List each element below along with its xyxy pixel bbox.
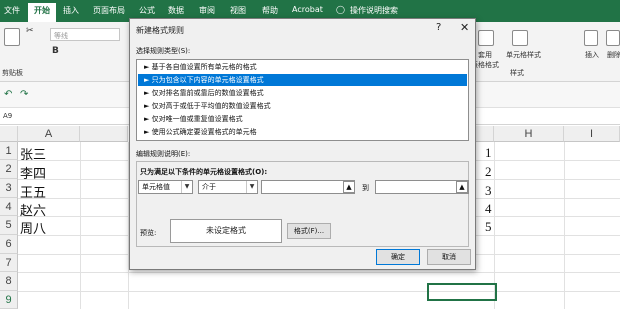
tab-home[interactable]: 开始: [28, 3, 56, 22]
edit-rule-label: 编辑规则说明(E):: [136, 150, 191, 158]
tab-review[interactable]: 审阅: [199, 5, 215, 16]
chevron-down-icon: ▼: [181, 181, 192, 193]
tab-page-layout[interactable]: 页面布局: [93, 5, 125, 16]
cell-styles-button[interactable]: 单元格样式: [506, 50, 541, 60]
insert-cells-icon[interactable]: [584, 30, 598, 46]
select-all-corner[interactable]: [0, 126, 18, 142]
tell-me-search[interactable]: 操作说明搜索: [350, 5, 398, 16]
cell-a1[interactable]: 张三: [20, 144, 46, 163]
grid-line: [18, 272, 620, 273]
delete-cells-icon[interactable]: [606, 30, 620, 46]
close-icon[interactable]: ✕: [460, 21, 469, 34]
cell-a3[interactable]: 王五: [20, 182, 46, 201]
cell-a4[interactable]: 赵六: [20, 200, 46, 219]
rule-type-item[interactable]: ► 仅对唯一值或重复值设置格式: [138, 113, 467, 125]
column-header[interactable]: [80, 126, 128, 142]
rule-type-item[interactable]: ► 基于各自值设置所有单元格的格式: [138, 61, 467, 73]
operator-select[interactable]: 介于 ▼: [198, 180, 258, 194]
format-button[interactable]: 格式(F)...: [287, 223, 331, 239]
help-button[interactable]: ?: [436, 22, 441, 33]
format-only-label: 只为满足以下条件的单元格设置格式(O):: [140, 168, 268, 176]
tab-data[interactable]: 数据: [168, 5, 184, 16]
excel-window: 文件 开始 插入 页面布局 公式 数据 审阅 视图 帮助 Acrobat ◯ 操…: [0, 0, 620, 309]
row-header-6[interactable]: 6: [0, 235, 18, 254]
row-header-4[interactable]: 4: [0, 198, 18, 216]
tab-acrobat[interactable]: Acrobat: [292, 5, 323, 14]
undo-icon[interactable]: ↶: [4, 89, 12, 100]
redo-icon[interactable]: ↷: [20, 89, 28, 100]
row-header-1[interactable]: 1: [0, 142, 18, 160]
cell-g2[interactable]: 2: [485, 164, 492, 180]
row-header-9[interactable]: 9: [0, 291, 18, 309]
row-header-7[interactable]: 7: [0, 254, 18, 272]
cell-g5[interactable]: 5: [485, 219, 492, 235]
bold-icon[interactable]: B: [52, 46, 59, 56]
row-header-8[interactable]: 8: [0, 272, 18, 291]
value-input-2[interactable]: [375, 180, 469, 194]
tab-file[interactable]: 文件: [4, 5, 20, 16]
range-select-icon[interactable]: ▲: [456, 181, 468, 193]
value-input-1[interactable]: [261, 180, 355, 194]
name-box[interactable]: A9: [3, 112, 12, 120]
paste-icon[interactable]: [4, 28, 20, 46]
dialog-title: 新建格式规则: [136, 26, 184, 35]
row-header-5[interactable]: 5: [0, 216, 18, 235]
operator-value: 介于: [202, 183, 216, 191]
column-header[interactable]: [476, 126, 494, 142]
grid-line: [80, 142, 81, 309]
tab-help[interactable]: 帮助: [262, 5, 278, 16]
tab-insert[interactable]: 插入: [63, 5, 79, 16]
ok-button[interactable]: 确定: [376, 249, 420, 265]
condition-type-value: 单元格值: [142, 183, 170, 191]
rule-type-item-selected[interactable]: ► 只为包含以下内容的单元格设置格式: [138, 74, 467, 86]
cell-g4[interactable]: 4: [485, 201, 492, 217]
font-name-combo[interactable]: 等线: [50, 28, 120, 41]
rule-type-item[interactable]: ► 仅对高于或低于平均值的数值设置格式: [138, 100, 467, 112]
rule-type-list[interactable]: ► 基于各自值设置所有单元格的格式 ► 只为包含以下内容的单元格设置格式 ► 仅…: [136, 59, 469, 141]
condition-type-select[interactable]: 单元格值 ▼: [138, 180, 193, 194]
rule-type-item[interactable]: ► 使用公式确定要设置格式的单元格: [138, 126, 467, 138]
format-as-table-icon[interactable]: [478, 30, 494, 46]
font-name-value: 等线: [54, 32, 68, 40]
insert-cells-button[interactable]: 插入: [585, 50, 599, 60]
tab-formulas[interactable]: 公式: [139, 5, 155, 16]
delete-cells-button[interactable]: 删除: [607, 50, 620, 60]
styles-group-label: 样式: [510, 69, 524, 77]
grid-line: [564, 142, 565, 309]
new-formatting-rule-dialog: 新建格式规则 ? ✕ 选择规则类型(S): ► 基于各自值设置所有单元格的格式 …: [129, 18, 476, 270]
format-preview: 未设定格式: [170, 219, 282, 243]
to-label: 到: [362, 184, 369, 192]
column-header-a[interactable]: A: [18, 126, 80, 142]
row-header-3[interactable]: 3: [0, 179, 18, 198]
lightbulb-icon: ◯: [336, 5, 345, 14]
active-cell-selection[interactable]: [427, 283, 497, 301]
clipboard-group-label: 剪贴板: [2, 69, 23, 77]
range-select-icon[interactable]: ▲: [343, 181, 355, 193]
column-header-h[interactable]: H: [494, 126, 564, 142]
chevron-down-icon: ▼: [246, 181, 257, 193]
cancel-button[interactable]: 取消: [427, 249, 471, 265]
preview-label: 预览:: [140, 229, 157, 237]
column-header-i[interactable]: I: [564, 126, 620, 142]
cell-g1[interactable]: 1: [485, 145, 492, 161]
cell-a2[interactable]: 李四: [20, 163, 46, 182]
cell-styles-icon[interactable]: [512, 30, 528, 46]
grid-line: [18, 291, 620, 292]
tab-view[interactable]: 视图: [230, 5, 246, 16]
row-header-2[interactable]: 2: [0, 160, 18, 179]
select-rule-type-label: 选择规则类型(S):: [136, 47, 191, 55]
cell-a5[interactable]: 周八: [20, 218, 46, 237]
rule-type-item[interactable]: ► 仅对排名靠前或靠后的数值设置格式: [138, 87, 467, 99]
cell-g3[interactable]: 3: [485, 183, 492, 199]
cut-icon[interactable]: ✂: [26, 26, 34, 36]
